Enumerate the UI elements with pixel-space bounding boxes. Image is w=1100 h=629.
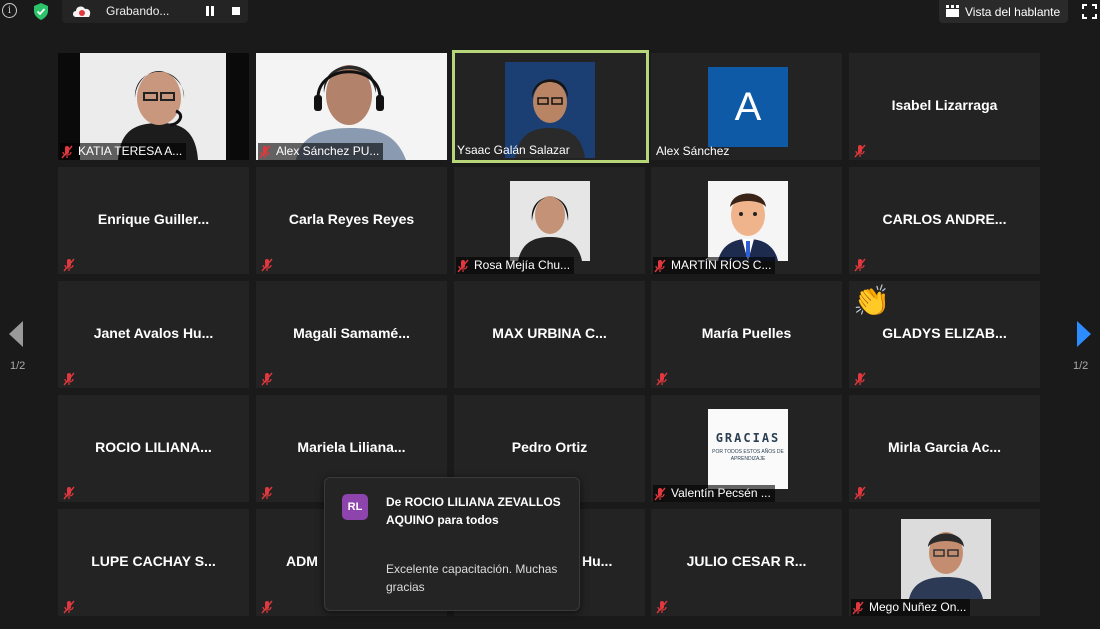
participant-name: CARLOS ANDRE... [882, 211, 1007, 227]
participant-name: MAX URBINA C... [492, 325, 607, 341]
shield-icon[interactable] [31, 2, 51, 21]
participant-name-label: Rosa Mejía Chu... [456, 257, 575, 274]
gracias-card-image: GRACIAS POR TODOS ESTOS AÑOS DE APRENDIZ… [708, 409, 788, 489]
participant-name: María Puelles [701, 325, 792, 341]
muted-mic-icon [63, 600, 75, 614]
participant-tile[interactable]: Rosa Mejía Chu... [454, 167, 645, 274]
participant-tile[interactable]: MAX URBINA C... [454, 281, 645, 388]
participant-tile[interactable]: Mego Nuñez On... [849, 509, 1040, 616]
clapping-reaction-icon: 👏 [853, 285, 891, 318]
fullscreen-icon[interactable] [1082, 4, 1097, 19]
participant-name: Pedro Ortiz [511, 439, 588, 455]
participant-photo [708, 181, 788, 261]
muted-mic-icon [259, 145, 271, 158]
speaker-view-icon [946, 5, 959, 17]
pause-recording-button[interactable] [205, 6, 215, 16]
speaker-view-label: Vista del hablante [965, 5, 1061, 19]
muted-mic-icon [63, 372, 75, 386]
participant-name: Carla Reyes Reyes [288, 211, 415, 227]
participant-name-label: Alex Sánchez PU... [258, 143, 384, 160]
recording-indicator: Grabando... [62, 0, 248, 23]
participant-photo [510, 181, 590, 261]
participant-name-label: MARTÍN RÍOS C... [653, 257, 776, 274]
muted-mic-icon [852, 601, 864, 614]
cloud-record-icon [73, 6, 91, 18]
participant-tile[interactable]: Enrique Guiller... [58, 167, 249, 274]
chat-sender: De ROCIO LILIANA ZEVALLOS AQUINO para to… [386, 495, 561, 527]
muted-mic-icon [656, 372, 668, 386]
muted-mic-icon [261, 486, 273, 500]
speaker-view-button[interactable]: Vista del hablante [939, 0, 1068, 23]
page-indicator-left: 1/2 [10, 360, 26, 372]
participant-tile[interactable]: A Alex Sánchez [651, 53, 842, 160]
muted-mic-icon [63, 258, 75, 272]
info-icon[interactable]: i [2, 3, 17, 18]
participant-photo [901, 519, 991, 599]
muted-mic-icon [854, 258, 866, 272]
muted-mic-icon [654, 487, 666, 500]
participant-tile[interactable]: Janet Avalos Hu... [58, 281, 249, 388]
participant-tile[interactable]: Isabel Lizarraga [849, 53, 1040, 160]
avatar: A [708, 67, 788, 147]
muted-mic-icon [63, 486, 75, 500]
muted-mic-icon [656, 600, 668, 614]
participant-tile[interactable]: LUPE CACHAY S... [58, 509, 249, 616]
muted-mic-icon [854, 144, 866, 158]
chat-message: Excelente capacitación. Muchas gracias [386, 562, 558, 594]
participant-name: JULIO CESAR R... [686, 553, 807, 569]
participant-tile[interactable]: JULIO CESAR R... [651, 509, 842, 616]
participant-tile[interactable]: Mirla Garcia Ac... [849, 395, 1040, 502]
muted-mic-icon [654, 259, 666, 272]
participant-tile[interactable]: MARTÍN RÍOS C... [651, 167, 842, 274]
next-page-arrow-icon[interactable] [1075, 320, 1093, 348]
participant-tile[interactable]: Carla Reyes Reyes [256, 167, 447, 274]
active-speaker-tile[interactable]: Ysaac Galán Salazar [452, 50, 649, 163]
participant-name-label: Valentín Pecsén ... [653, 485, 775, 502]
participant-name-label: Alex Sánchez [656, 144, 730, 158]
muted-mic-icon [854, 372, 866, 386]
participant-tile[interactable]: Alex Sánchez PU... [256, 53, 447, 160]
recording-label: Grabando... [106, 4, 170, 18]
participant-name: ROCIO LILIANA... [95, 439, 212, 455]
muted-mic-icon [61, 145, 73, 158]
sender-avatar: RL [342, 494, 368, 520]
participant-name: Hu... [582, 553, 613, 569]
muted-mic-icon [261, 258, 273, 272]
stop-recording-button[interactable] [232, 7, 240, 15]
participant-name-label: Ysaac Galán Salazar [457, 143, 570, 157]
participant-name: GLADYS ELIZAB... [882, 325, 1007, 341]
participant-tile[interactable]: 👏 GLADYS ELIZAB... [849, 281, 1040, 388]
muted-mic-icon [457, 259, 469, 272]
participant-tile[interactable]: GRACIAS POR TODOS ESTOS AÑOS DE APRENDIZ… [651, 395, 842, 502]
muted-mic-icon [261, 372, 273, 386]
participant-name-label: Mego Nuñez On... [851, 599, 971, 616]
page-indicator-right: 1/2 [1073, 360, 1089, 372]
participant-name-label: KATIA TERESA A... [60, 143, 187, 160]
participant-name: Magali Samamé... [293, 325, 410, 341]
participant-tile[interactable]: ROCIO LILIANA... [58, 395, 249, 502]
participant-name: Mirla Garcia Ac... [887, 439, 1002, 455]
participant-tile[interactable]: CARLOS ANDRE... [849, 167, 1040, 274]
participant-name: Isabel Lizarraga [891, 97, 998, 113]
chat-notification[interactable]: RL De ROCIO LILIANA ZEVALLOS AQUINO para… [324, 477, 580, 611]
participant-name: Mariela Liliana... [297, 439, 406, 455]
participant-name: Enrique Guiller... [97, 211, 210, 227]
muted-mic-icon [261, 600, 273, 614]
participant-name: LUPE CACHAY S... [91, 553, 216, 569]
participant-tile[interactable]: KATIA TERESA A... [58, 53, 249, 160]
participant-tile[interactable]: Magali Samamé... [256, 281, 447, 388]
participant-name: Janet Avalos Hu... [93, 325, 214, 341]
muted-mic-icon [854, 486, 866, 500]
meeting-top-bar: i Grabando... Vista del hablante [0, 0, 1100, 24]
participant-tile[interactable]: María Puelles [651, 281, 842, 388]
previous-page-arrow-icon[interactable] [7, 320, 25, 348]
